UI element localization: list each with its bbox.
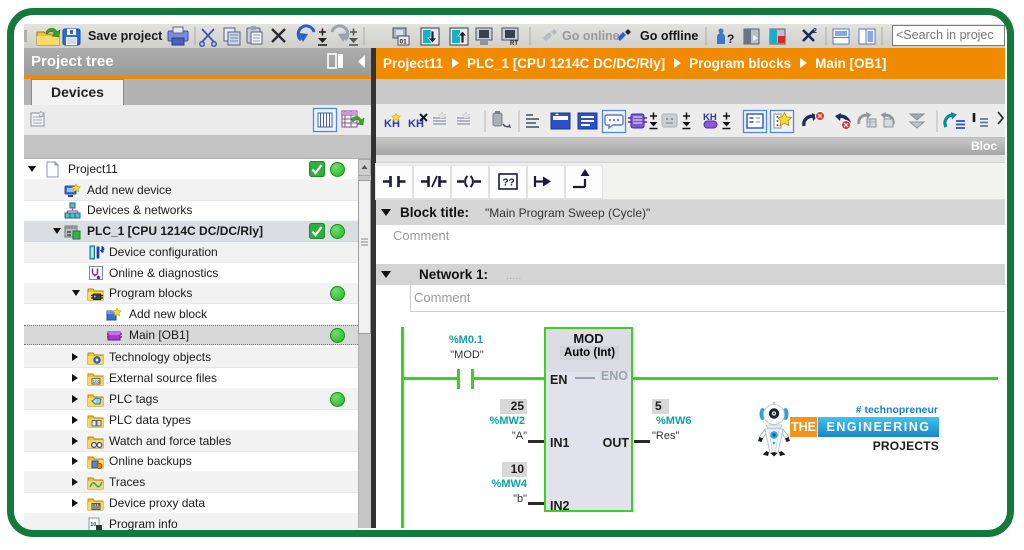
svg-text:??: ?? (503, 178, 515, 189)
svg-text:2: 2 (813, 28, 817, 35)
svg-text:10: 10 (90, 522, 96, 528)
svg-text:RT: RT (510, 41, 518, 47)
svg-text:?: ? (727, 32, 734, 46)
svg-text:101: 101 (93, 379, 101, 384)
svg-text:01: 01 (400, 39, 408, 46)
